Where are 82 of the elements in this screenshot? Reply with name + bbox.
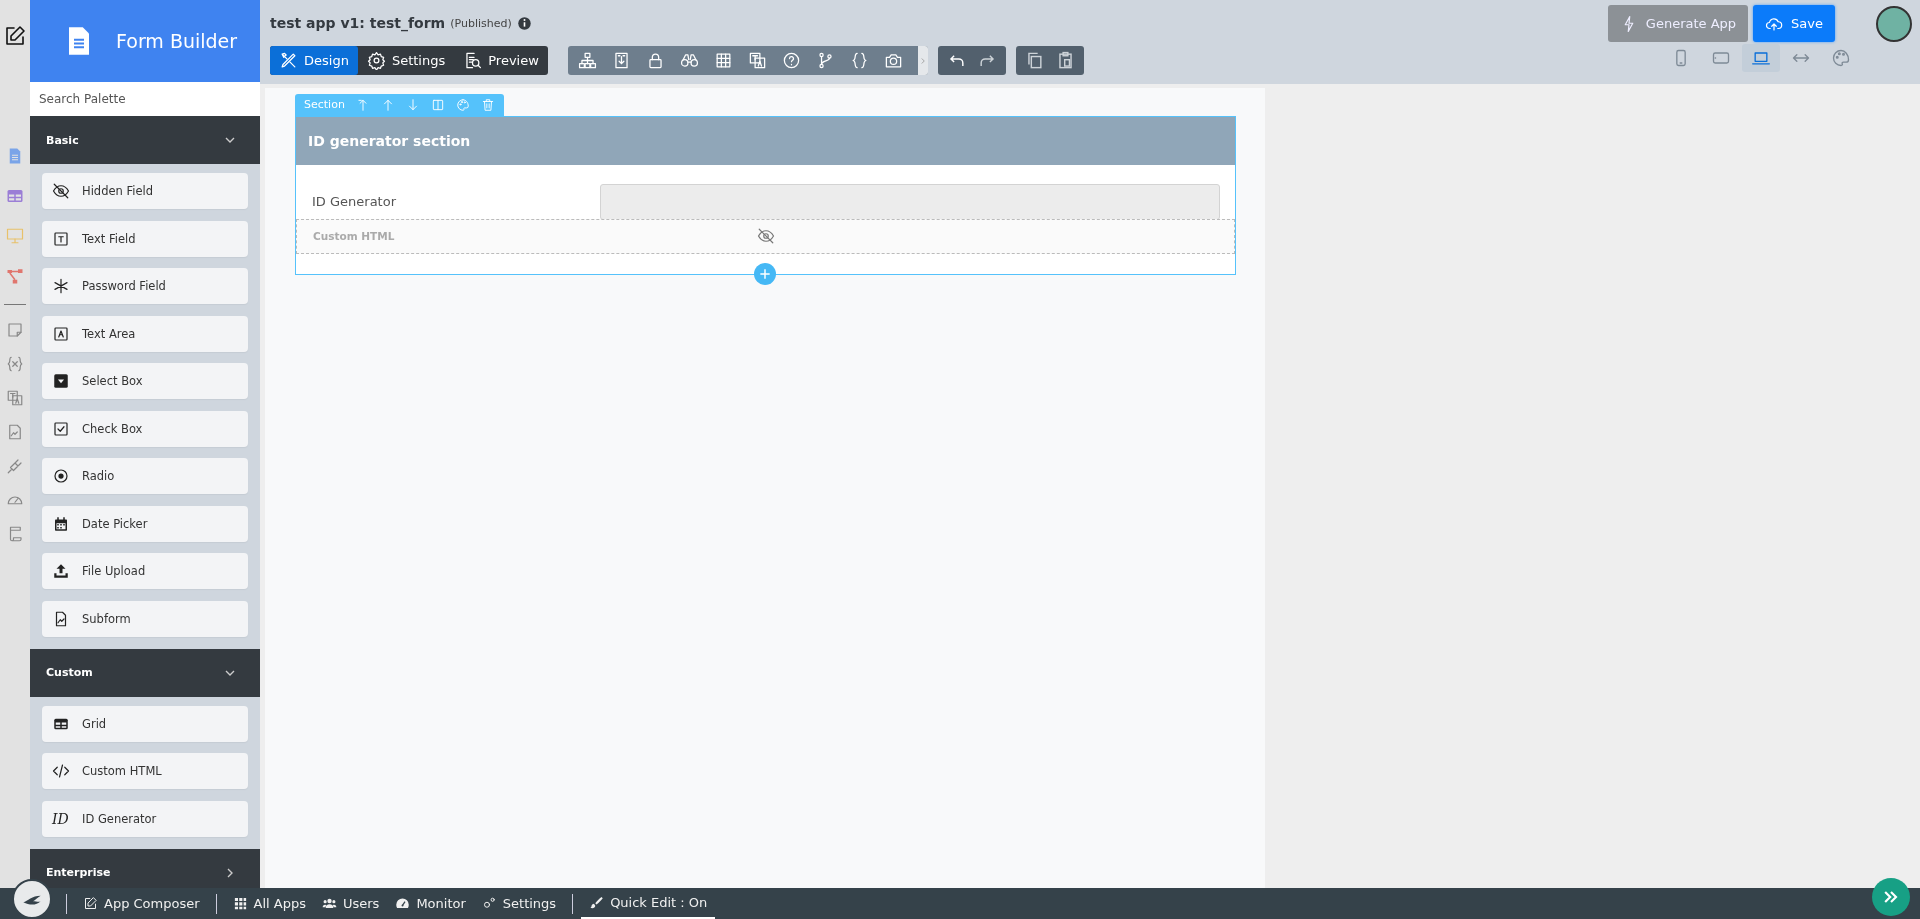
edit-icon [83,896,98,911]
section-title: ID generator section [308,132,471,149]
dropdown-icon [52,372,70,390]
group-header[interactable]: Enterprise [30,848,260,888]
nav-link[interactable]: App Composer [75,888,208,919]
action-button[interactable]: Save [1753,5,1835,42]
gears-icon [481,896,497,911]
palette-item[interactable]: Text Area [42,315,248,352]
table-icon[interactable] [6,187,24,205]
flowchart-icon[interactable] [6,267,24,285]
upload-icon [52,562,70,580]
device-button[interactable] [1742,44,1780,72]
palette-icon [1831,48,1851,68]
palette-item[interactable]: Text Field [42,220,248,257]
palette-item[interactable]: Check Box [42,410,248,447]
scroll-right-button[interactable] [917,46,928,75]
status-label: (Published) [450,16,512,30]
hierarchy-icon[interactable] [577,51,597,70]
palette-item[interactable]: ID ID Generator [42,800,248,837]
translate-icon[interactable] [6,389,24,407]
info-icon[interactable] [516,15,532,31]
group-title: Basic [46,133,79,147]
section-label: Section [304,98,345,111]
binoculars-icon[interactable] [679,51,699,70]
nav-link[interactable]: Settings [473,888,565,919]
form-title: test app v1: test_form [270,15,446,31]
palette-item[interactable]: Custom HTML [42,753,248,789]
add-button[interactable] [754,262,776,285]
palette-icon[interactable] [455,97,470,112]
field-label: ID Generator [312,194,397,209]
nav-link[interactable]: All Apps [224,888,314,919]
calendar-icon [52,514,70,533]
group-title: Custom [46,666,93,679]
palette-item[interactable]: Subform [42,600,248,637]
users-icon [321,896,337,911]
edit-icon[interactable] [3,24,27,48]
plug-icon[interactable] [6,457,24,475]
image-file-icon[interactable] [6,423,24,441]
eye-slash-icon [52,182,70,200]
columns-icon[interactable] [430,97,445,112]
grid-icon [232,896,248,911]
text-field-icon [52,229,70,248]
pencil-ruler-icon [279,51,298,70]
eye-slash-icon [757,226,775,245]
palette-item[interactable]: Grid [42,705,248,742]
block-label: Custom HTML [313,230,395,242]
search-field[interactable]: Search Palette [30,82,260,116]
camera-icon[interactable] [883,51,903,70]
asterisk-icon [52,277,70,295]
radio-icon [52,467,70,485]
group-title: Enterprise [46,866,111,879]
expand-button[interactable] [1872,878,1910,916]
trash-icon[interactable] [480,97,495,112]
palette-item[interactable]: Date Picker [42,505,248,542]
palette-item[interactable]: Radio [42,458,248,494]
mode-tab[interactable]: Design [270,46,358,75]
palette-item[interactable]: Hidden Field [42,173,248,209]
help-icon[interactable] [781,51,801,70]
settings-icon [366,51,386,70]
avatar[interactable] [1876,5,1912,42]
document-search-icon [463,51,483,70]
text-area-icon [52,324,70,343]
palette-item[interactable]: File Upload [42,553,248,589]
code-icon [52,762,70,780]
brush-icon [589,895,605,910]
brand-title: Form Builder [116,30,238,52]
translate-icon[interactable] [747,51,767,70]
quick-edit-toggle[interactable]: Quick Edit : On [581,888,716,919]
group-header[interactable]: Basic [30,116,260,164]
nav-link[interactable]: Users [313,888,388,919]
checkbox-icon [52,419,70,438]
mode-tab[interactable]: Settings [357,46,455,75]
palette-item[interactable]: Select Box [42,363,248,399]
id-icon: ID [52,810,70,827]
gauge-icon [395,896,411,911]
nav-link[interactable]: Monitor [387,888,474,919]
group-header[interactable]: Custom [30,648,260,697]
input-field[interactable] [600,183,1220,220]
note-icon[interactable] [6,321,24,339]
palette-item[interactable]: Password Field [42,268,248,304]
mode-tab[interactable]: Preview [454,46,548,75]
variable-icon[interactable] [6,355,24,373]
